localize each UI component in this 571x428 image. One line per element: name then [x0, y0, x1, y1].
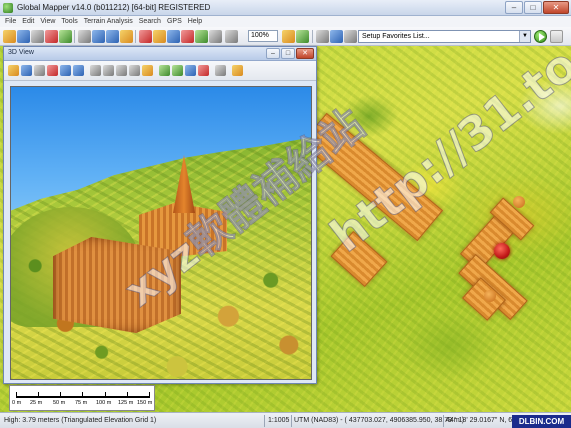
scale-tick: [105, 392, 106, 398]
menu-search[interactable]: Search: [139, 16, 161, 27]
scale-tick: [16, 392, 17, 398]
scale-label: 100 m: [96, 400, 112, 406]
pan-icon[interactable]: [120, 30, 133, 43]
window-title: Global Mapper v14.0 (b011212) [64-bit] R…: [17, 3, 211, 12]
unload-icon[interactable]: [31, 30, 44, 43]
measure-icon[interactable]: [153, 30, 166, 43]
toolbar-separator: [312, 30, 313, 43]
menu-terrain-analysis[interactable]: Terrain Analysis: [84, 16, 133, 27]
app-icon: [3, 3, 13, 13]
menu-tools[interactable]: Tools: [61, 16, 77, 27]
view-shed-icon[interactable]: [195, 30, 208, 43]
scale-tick: [82, 392, 83, 398]
menu-edit[interactable]: Edit: [22, 16, 34, 27]
image-swipe-icon[interactable]: [209, 30, 222, 43]
terrain-dome: [513, 196, 525, 208]
sky-icon[interactable]: [185, 65, 196, 76]
arrow-left-icon[interactable]: [90, 65, 101, 76]
shader-icon[interactable]: [59, 30, 72, 43]
scale-line: [16, 396, 150, 398]
3d-close-button[interactable]: ✕: [296, 48, 314, 59]
3d-view-title: 3D View: [8, 49, 34, 56]
water-level-icon[interactable]: [172, 65, 183, 76]
arrow-right-icon[interactable]: [103, 65, 114, 76]
maximize-button[interactable]: □: [524, 1, 542, 14]
status-divider: [264, 415, 265, 427]
status-divider: [443, 415, 444, 427]
title-bar: Global Mapper v14.0 (b011212) [64-bit] R…: [0, 0, 571, 16]
zoom-out-icon[interactable]: [106, 30, 119, 43]
scale-tick: [60, 392, 61, 398]
scale-bar: 0 m 25 m 50 m 75 m 100 m 125 m 150 m: [9, 385, 155, 411]
scale-label: 50 m: [53, 400, 66, 406]
close-button[interactable]: ✕: [543, 1, 569, 14]
3d-maximize-button[interactable]: □: [281, 48, 295, 59]
toolbar-separator: [135, 30, 136, 43]
zoom-in-icon[interactable]: [92, 30, 105, 43]
open-data-icon[interactable]: [17, 30, 30, 43]
scale-label: 25 m: [30, 400, 43, 406]
pan-icon[interactable]: [21, 65, 32, 76]
3d-view-icon[interactable]: [282, 30, 295, 43]
orbit-icon[interactable]: [8, 65, 19, 76]
overlay-control-icon[interactable]: [45, 30, 58, 43]
3d-view-toolbar: [4, 61, 316, 81]
window-controls: – □ ✕: [505, 1, 569, 14]
terrain-icon[interactable]: [296, 30, 309, 43]
toolbar-separator: [74, 30, 75, 43]
chevron-down-icon[interactable]: ▼: [519, 31, 530, 42]
save-icon[interactable]: [215, 65, 226, 76]
menu-bar: File Edit View Tools Terrain Analysis Se…: [0, 16, 571, 27]
scale-tick: [149, 392, 150, 398]
script-icon[interactable]: [316, 30, 329, 43]
menu-view[interactable]: View: [40, 16, 55, 27]
source-badge: DLBIN.COM: [512, 415, 571, 428]
minimize-button[interactable]: –: [505, 1, 523, 14]
digitizer-icon[interactable]: [139, 30, 152, 43]
config-icon[interactable]: [330, 30, 343, 43]
feature-info-icon[interactable]: [167, 30, 180, 43]
scale-tick: [127, 392, 128, 398]
path-profile-icon[interactable]: [181, 30, 194, 43]
scale-label: 150 m: [137, 400, 153, 406]
status-elevation: High: 3.79 meters (Triangulated Elevatio…: [4, 417, 157, 424]
status-coordinates: UTM (NAD83) - ( 437703.027, 4906385.950,…: [294, 417, 465, 424]
terrain-dome: [484, 290, 496, 302]
menu-help[interactable]: Help: [188, 16, 202, 27]
3d-view-controls: – □ ✕: [266, 48, 314, 59]
arrow-down-icon[interactable]: [129, 65, 140, 76]
scale-label: 0 m: [12, 400, 22, 406]
elevation-peak: [494, 243, 510, 259]
vertical-exaggeration-icon[interactable]: [159, 65, 170, 76]
3d-view-title-bar[interactable]: 3D View – □ ✕: [4, 47, 316, 61]
rotate-icon[interactable]: [142, 65, 153, 76]
zoom-in-icon[interactable]: [60, 65, 71, 76]
zoom-select[interactable]: 100%: [248, 30, 278, 42]
status-divider: [291, 415, 292, 427]
arrow-up-icon[interactable]: [116, 65, 127, 76]
open-folder-icon[interactable]: [3, 30, 16, 43]
menu-file[interactable]: File: [5, 16, 16, 27]
scale-label: 75 m: [75, 400, 88, 406]
scale-label: 125 m: [118, 400, 134, 406]
favorites-dropdown[interactable]: Setup Favorites List... ▼: [358, 30, 531, 43]
status-bar: High: 3.79 meters (Triangulated Elevatio…: [0, 412, 571, 428]
favorites-label: Setup Favorites List...: [362, 33, 430, 40]
help-icon[interactable]: [344, 30, 357, 43]
run-favorite-button[interactable]: [534, 30, 547, 43]
select-icon[interactable]: [78, 30, 91, 43]
settings-icon[interactable]: [232, 65, 243, 76]
binoculars-icon[interactable]: [225, 30, 238, 43]
main-toolbar: 100% Setup Favorites List... ▼: [0, 27, 571, 46]
vector-overlay-icon[interactable]: [198, 65, 209, 76]
binoculars-icon[interactable]: [34, 65, 45, 76]
zoom-out-icon[interactable]: [73, 65, 84, 76]
menu-gps[interactable]: GPS: [167, 16, 182, 27]
scale-tick: [38, 392, 39, 398]
status-scale: 1:1005: [268, 417, 290, 424]
3d-minimize-button[interactable]: –: [266, 48, 280, 59]
select-icon[interactable]: [47, 65, 58, 76]
